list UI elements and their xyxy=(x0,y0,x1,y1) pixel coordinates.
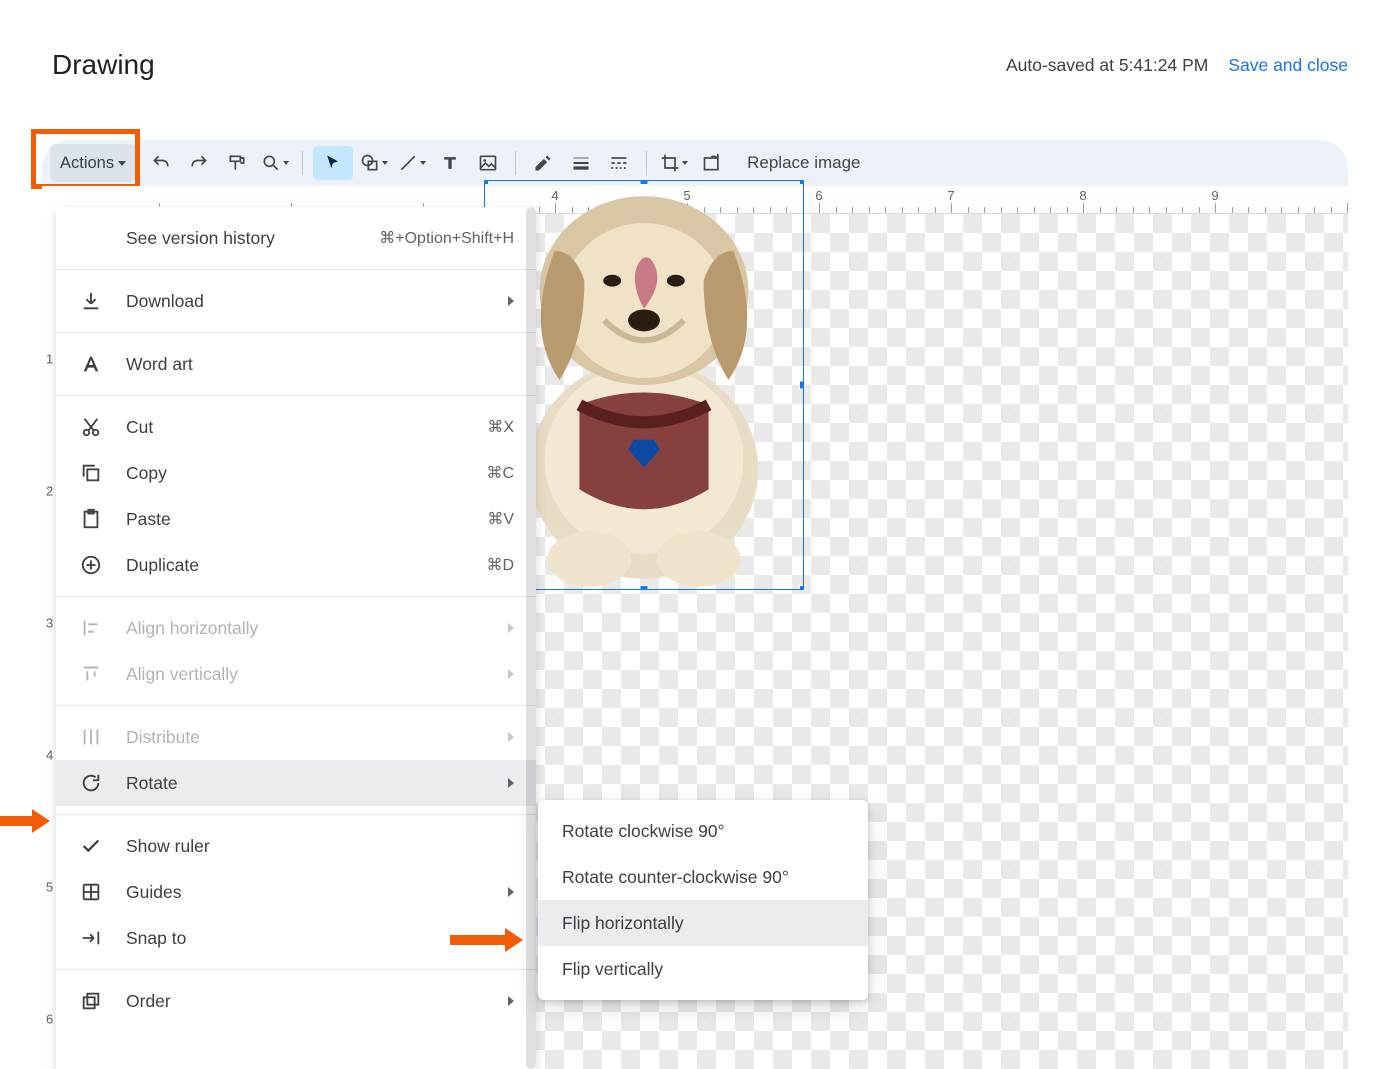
menu-item-label: Cut xyxy=(126,417,487,438)
select-tool-button[interactable] xyxy=(313,146,353,180)
resize-handle-mr[interactable] xyxy=(799,381,804,390)
copy-icon xyxy=(78,460,104,486)
submenu-item-label: Rotate clockwise 90° xyxy=(562,821,844,842)
menu-item-align-vertically: Align vertically xyxy=(56,651,536,697)
chevron-right-icon xyxy=(508,623,514,633)
menu-item-paste[interactable]: Paste⌘V xyxy=(56,496,536,542)
chevron-right-icon xyxy=(508,732,514,742)
chevron-down-icon xyxy=(118,161,126,166)
wordart-icon xyxy=(78,351,104,377)
menu-item-label: Word art xyxy=(126,354,514,375)
resize-handle-tl[interactable] xyxy=(484,180,489,185)
check-icon xyxy=(78,833,104,859)
resize-handle-bm[interactable] xyxy=(640,585,649,590)
submenu-item-label: Rotate counter-clockwise 90° xyxy=(562,867,844,888)
menu-item-label: Show ruler xyxy=(126,836,514,857)
menu-item-order[interactable]: Order xyxy=(56,978,536,1024)
autosave-status: Auto-saved at 5:41:24 PM xyxy=(1006,55,1208,76)
shape-tool-button[interactable] xyxy=(357,146,391,180)
menu-item-label: Rotate xyxy=(126,773,496,794)
actions-label: Actions xyxy=(60,154,114,173)
menu-item-label: Duplicate xyxy=(126,555,486,576)
menu-item-label: Order xyxy=(126,991,496,1012)
resize-handle-tr[interactable] xyxy=(799,180,804,185)
paint-format-button[interactable] xyxy=(220,146,254,180)
distribute-icon xyxy=(78,724,104,750)
submenu-item-flip-vertically[interactable]: Flip vertically xyxy=(538,946,868,992)
alignv-icon xyxy=(78,661,104,687)
guides-icon xyxy=(78,879,104,905)
menu-item-label: Align horizontally xyxy=(126,618,496,639)
page-title: Drawing xyxy=(52,49,155,81)
shortcut-label: ⌘C xyxy=(486,463,514,483)
submenu-item-rotate-clockwise-[interactable]: Rotate clockwise 90° xyxy=(538,808,868,854)
textbox-button[interactable] xyxy=(433,146,467,180)
replace-image-button[interactable]: Replace image xyxy=(731,153,876,173)
snapto-icon xyxy=(78,925,104,951)
cut-icon xyxy=(78,414,104,440)
menu-item-label: Copy xyxy=(126,463,486,484)
history-icon xyxy=(78,225,104,251)
shortcut-label: ⌘+Option+Shift+H xyxy=(379,228,514,248)
resize-handle-tm[interactable] xyxy=(640,180,649,185)
image-button[interactable] xyxy=(471,146,505,180)
border-dash-button[interactable] xyxy=(602,146,636,180)
save-and-close-button[interactable]: Save and close xyxy=(1228,55,1348,76)
download-icon xyxy=(78,288,104,314)
zoom-button[interactable] xyxy=(258,146,292,180)
menu-item-label: Snap to xyxy=(126,928,496,949)
menu-item-rotate[interactable]: Rotate xyxy=(56,760,536,806)
rotate-submenu: Rotate clockwise 90° Rotate counter-clock… xyxy=(538,800,868,1000)
menu-item-download[interactable]: Download xyxy=(56,278,536,324)
actions-button[interactable]: Actions xyxy=(50,144,136,182)
chevron-down-icon xyxy=(382,161,388,165)
menu-item-label: Guides xyxy=(126,882,496,903)
menu-item-show-ruler[interactable]: Show ruler xyxy=(56,823,536,869)
chevron-right-icon xyxy=(508,778,514,788)
redo-button[interactable] xyxy=(182,146,216,180)
menu-item-see-version-history[interactable]: See version history⌘+Option+Shift+H xyxy=(56,215,536,261)
crop-button[interactable] xyxy=(657,146,691,180)
undo-button[interactable] xyxy=(144,146,178,180)
menu-item-label: Download xyxy=(126,291,496,312)
menu-item-label: Distribute xyxy=(126,727,496,748)
submenu-item-flip-horizontally[interactable]: Flip horizontally xyxy=(538,900,868,946)
menu-item-cut[interactable]: Cut⌘X xyxy=(56,404,536,450)
line-tool-button[interactable] xyxy=(395,146,429,180)
shortcut-label: ⌘D xyxy=(486,555,514,575)
reset-image-button[interactable] xyxy=(695,146,729,180)
chevron-right-icon xyxy=(508,887,514,897)
menu-item-copy[interactable]: Copy⌘C xyxy=(56,450,536,496)
menu-item-label: Align vertically xyxy=(126,664,496,685)
resize-handle-br[interactable] xyxy=(799,585,804,590)
chevron-down-icon xyxy=(682,161,688,165)
chevron-down-icon xyxy=(283,161,289,165)
menu-item-guides[interactable]: Guides xyxy=(56,869,536,915)
menu-item-label: Paste xyxy=(126,509,487,530)
shortcut-label: ⌘X xyxy=(487,417,514,437)
chevron-down-icon xyxy=(420,161,426,165)
shortcut-label: ⌘V xyxy=(487,509,514,529)
rotate-icon xyxy=(78,770,104,796)
chevron-right-icon xyxy=(508,669,514,679)
submenu-item-label: Flip vertically xyxy=(562,959,844,980)
border-weight-button[interactable] xyxy=(564,146,598,180)
menu-item-label: See version history xyxy=(126,228,379,249)
menu-item-duplicate[interactable]: Duplicate⌘D xyxy=(56,542,536,588)
submenu-item-label: Flip horizontally xyxy=(562,913,844,934)
submenu-item-rotate-counter-clockwise-[interactable]: Rotate counter-clockwise 90° xyxy=(538,854,868,900)
chevron-right-icon xyxy=(508,996,514,1006)
paste-icon xyxy=(78,506,104,532)
order-icon xyxy=(78,988,104,1014)
duplicate-icon xyxy=(78,552,104,578)
menu-item-align-horizontally: Align horizontally xyxy=(56,605,536,651)
menu-item-word-art[interactable]: Word art xyxy=(56,341,536,387)
chevron-right-icon xyxy=(508,296,514,306)
menu-item-distribute: Distribute xyxy=(56,714,536,760)
border-color-button[interactable] xyxy=(526,146,560,180)
menu-scrollbar[interactable] xyxy=(526,207,536,1069)
alignh-icon xyxy=(78,615,104,641)
